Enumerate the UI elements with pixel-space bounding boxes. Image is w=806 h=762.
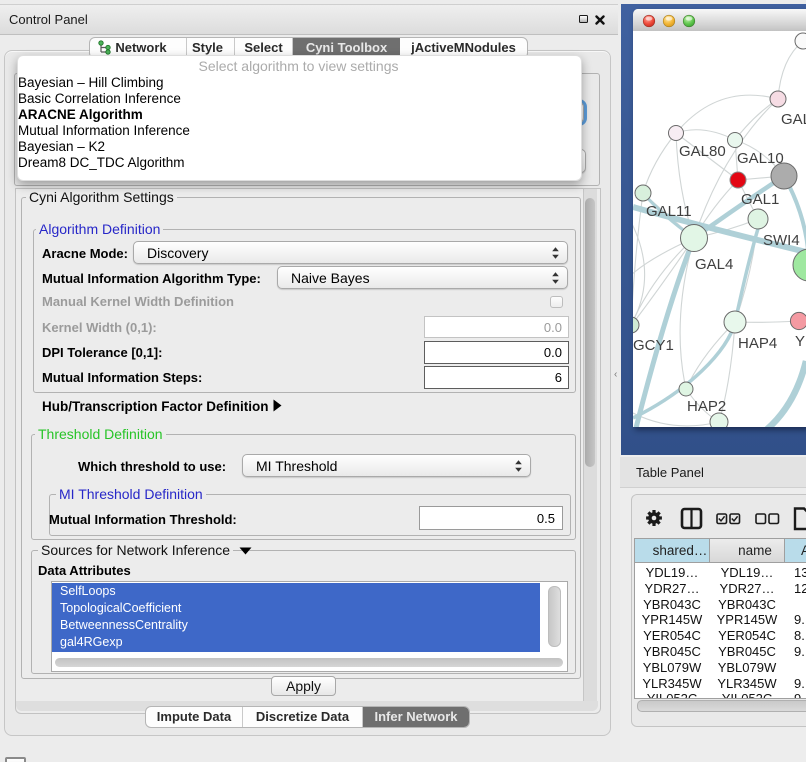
svg-text:HAP4: HAP4 [738, 335, 777, 352]
svg-text:GAL80: GAL80 [679, 143, 726, 160]
svg-text:GAL1: GAL1 [741, 191, 779, 208]
svg-text:GAL11: GAL11 [646, 203, 692, 220]
svg-text:GAL10: GAL10 [737, 150, 784, 167]
svg-text:GAL4: GAL4 [695, 256, 733, 273]
svg-text:SWI4: SWI4 [763, 232, 800, 249]
svg-text:GCY1: GCY1 [633, 337, 674, 354]
svg-text:YE: YE [795, 333, 806, 350]
svg-text:HAP2: HAP2 [687, 398, 726, 415]
svg-text:GAL7: GAL7 [781, 111, 806, 128]
